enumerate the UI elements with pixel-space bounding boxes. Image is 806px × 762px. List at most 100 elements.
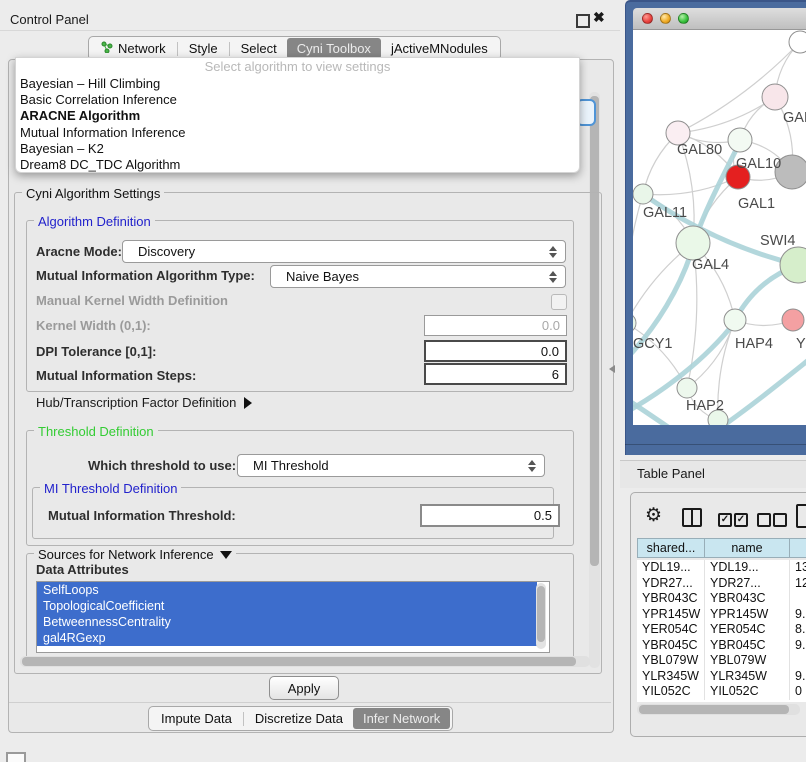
select-all-checkbox-icon[interactable]: ✓ [718, 513, 732, 527]
network-node[interactable] [789, 31, 806, 53]
dpi-tolerance-input[interactable]: 0.0 [424, 340, 567, 362]
network-node-y[interactable] [782, 309, 804, 331]
table-row[interactable]: YDR27...YDR27...12 [637, 576, 806, 592]
which-threshold-combo[interactable]: MI Threshold [237, 454, 545, 477]
tab-jactivemnodules[interactable]: jActiveMNodules [381, 38, 498, 59]
which-threshold-label: Which threshold to use: [88, 458, 236, 473]
sources-expander[interactable]: Sources for Network Inference [34, 547, 236, 562]
mi-threshold-group-title: MI Threshold Definition [40, 481, 181, 496]
tab-label: Cyni Toolbox [297, 41, 371, 56]
attribute-list-item[interactable]: gal4RGexp [37, 630, 537, 646]
table-cell: 12 [790, 576, 806, 592]
table-hscrollbar-thumb[interactable] [639, 705, 789, 714]
close-traffic-light-icon[interactable] [642, 13, 653, 24]
table-row[interactable]: YPR145WYPR145W9. [637, 607, 806, 623]
table-column-header[interactable]: A [790, 538, 806, 558]
table-column-header[interactable]: shared... [637, 538, 705, 558]
mi-steps-input[interactable]: 6 [424, 363, 567, 385]
network-frame-seam [625, 444, 806, 445]
dropdown-item[interactable]: Dream8 DC_TDC Algorithm [16, 157, 579, 173]
table-row[interactable]: YIL052CYIL052C0 [637, 684, 806, 700]
table-cell: YDL19... [637, 560, 705, 576]
bottom-separator [9, 702, 611, 703]
table-row[interactable]: YBR043CYBR043C [637, 591, 806, 607]
network-node-gcy1[interactable] [633, 313, 636, 333]
network-canvas[interactable]: GALGAL80GAL10GAL1GAL11SWI4GAL4HAP4YGCY1H… [633, 30, 806, 425]
stepper-icon [541, 271, 565, 283]
close-icon[interactable]: ✖ [593, 9, 605, 26]
network-node-hap4[interactable] [724, 309, 746, 331]
dropdown-item[interactable]: Bayesian – K2 [16, 141, 579, 157]
table-row[interactable]: YBL079WYBL079W [637, 653, 806, 669]
network-node-swi4[interactable] [780, 247, 806, 283]
table-cell: YBR045C [637, 638, 705, 654]
network-node-gal11[interactable] [633, 184, 653, 204]
attribute-list-item[interactable]: TopologicalCoefficient [37, 598, 537, 614]
aracne-mode-label: Aracne Mode: [36, 244, 122, 259]
aracne-mode-combo[interactable]: Discovery [122, 240, 566, 263]
tab-label: Discretize Data [255, 711, 343, 726]
attribute-list-item[interactable]: BetweennessCentrality [37, 614, 537, 630]
manual-kernel-checkbox[interactable] [551, 294, 567, 310]
mi-threshold-input[interactable]: 0.5 [420, 504, 560, 527]
split-pane-collapse-arrow[interactable] [609, 365, 615, 373]
split-view-icon[interactable] [682, 508, 702, 527]
dpi-tolerance-value: 0.0 [541, 344, 559, 359]
network-edge[interactable] [678, 97, 775, 133]
data-attributes-list[interactable]: SelfLoopsTopologicalCoefficientBetweenne… [36, 581, 550, 653]
float-window-icon[interactable] [576, 14, 590, 28]
network-node-hap2[interactable] [677, 378, 697, 398]
gear-icon[interactable]: ⚙ [645, 504, 662, 527]
tab-cyni-toolbox[interactable]: Cyni Toolbox [287, 38, 381, 59]
collapsed-arrow-icon [244, 397, 252, 409]
mi-steps-value: 6 [552, 367, 559, 382]
table-row[interactable]: YLR345WYLR345W9. [637, 669, 806, 685]
deselect-all-checkbox-icon[interactable] [773, 513, 787, 527]
dropdown-item[interactable]: ARACNE Algorithm [16, 108, 579, 124]
which-threshold-value: MI Threshold [253, 458, 329, 473]
table-row[interactable]: YDL19...YDL19...13 [637, 560, 806, 576]
network-window-titlebar[interactable] [633, 8, 806, 30]
apply-button[interactable]: Apply [269, 676, 339, 700]
table-cell: YIL052C [637, 684, 705, 700]
table-cell: YLR345W [637, 669, 705, 685]
table-row[interactable]: YBR045CYBR045C9. [637, 638, 806, 654]
hscrollbar-thumb[interactable] [22, 657, 576, 666]
attributes-scrollbar[interactable] [536, 583, 546, 649]
dropdown-item[interactable]: Bayesian – Hill Climbing [16, 76, 579, 92]
tab-impute-data[interactable]: Impute Data [151, 708, 242, 729]
new-table-icon[interactable] [796, 504, 806, 528]
minimize-traffic-light-icon[interactable] [660, 13, 671, 24]
kernel-width-input[interactable]: 0.0 [424, 315, 567, 336]
table-cell: YBL079W [637, 653, 705, 669]
network-node-label: Y [796, 336, 806, 352]
zoom-traffic-light-icon[interactable] [678, 13, 689, 24]
tab-infer-network[interactable]: Infer Network [353, 708, 450, 729]
hub-definition-expander[interactable]: Hub/Transcription Factor Definition [36, 395, 252, 410]
settings-horizontal-scrollbar[interactable] [20, 656, 590, 667]
network-node-gal[interactable] [762, 84, 788, 110]
dropdown-item[interactable]: Mutual Information Inference [16, 125, 579, 141]
dropdown-item[interactable]: Basic Correlation Inference [16, 92, 579, 108]
tab-separator [229, 42, 230, 56]
tab-label: Network [118, 41, 166, 56]
tab-discretize-data[interactable]: Discretize Data [245, 708, 353, 729]
table-row[interactable]: YER054CYER054C8. [637, 622, 806, 638]
tool-panel-icon[interactable] [6, 752, 26, 762]
deselect-all-checkbox-icon[interactable] [757, 513, 771, 527]
attribute-list-item[interactable]: SelfLoops [37, 582, 537, 598]
tab-select[interactable]: Select [231, 38, 287, 59]
select-all-checkbox-icon[interactable]: ✓ [734, 513, 748, 527]
attributes-scrollbar-thumb[interactable] [537, 586, 545, 642]
mi-type-combo[interactable]: Naive Bayes [270, 265, 566, 288]
table-horizontal-scrollbar[interactable] [637, 704, 800, 715]
tab-network[interactable]: Network [91, 38, 176, 59]
threshold-definition-title: Threshold Definition [34, 424, 158, 439]
table-cell: YER054C [705, 622, 790, 638]
network-node-gal10[interactable] [728, 128, 752, 152]
tab-style[interactable]: Style [179, 38, 228, 59]
table-cell: YPR145W [637, 607, 705, 623]
table-column-header[interactable]: name [705, 538, 790, 558]
table-cell: 8. [790, 622, 806, 638]
network-node-gal4[interactable] [676, 226, 710, 260]
